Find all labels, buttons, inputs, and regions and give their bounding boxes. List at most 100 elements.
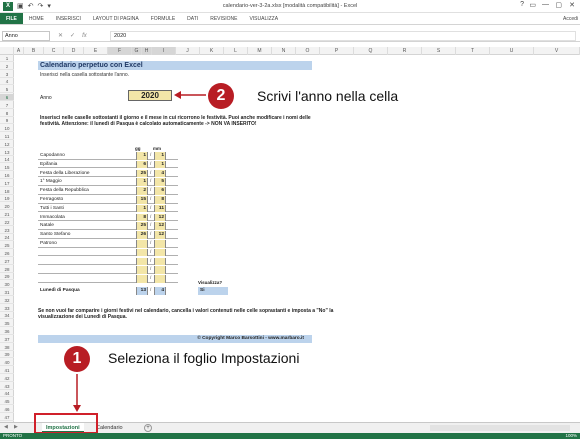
horizontal-scrollbar[interactable] (430, 425, 570, 431)
row-header-1[interactable]: 1 (0, 55, 14, 62)
next-sheet-icon[interactable]: ▶ (14, 424, 18, 430)
holiday-name[interactable]: Natale (40, 222, 54, 230)
cancel-icon[interactable]: ✕ (58, 31, 63, 41)
row-header-46[interactable]: 46 (0, 406, 14, 413)
row-header-42[interactable]: 42 (0, 375, 14, 382)
holiday-gg-cell[interactable]: 25 (136, 169, 148, 178)
holiday-gg-cell[interactable]: 25 (136, 222, 148, 230)
select-all-corner[interactable] (0, 47, 14, 55)
holiday-gg-cell[interactable]: 2 (136, 187, 148, 195)
holiday-name[interactable]: 1° Maggio (40, 178, 62, 186)
row-header-10[interactable]: 10 (0, 125, 14, 133)
name-box[interactable]: Anno (2, 31, 50, 41)
close-icon[interactable]: ✕ (569, 1, 575, 9)
holiday-gg-cell[interactable]: 6 (136, 160, 148, 169)
holiday-gg-cell[interactable] (136, 257, 148, 266)
row-header-8[interactable]: 8 (0, 110, 14, 117)
row-header-19[interactable]: 19 (0, 195, 14, 203)
column-header-e[interactable]: E (84, 47, 108, 55)
holiday-mm-cell[interactable]: 12 (154, 222, 166, 230)
row-header-31[interactable]: 31 (0, 289, 14, 296)
holiday-name[interactable]: Tutti i Santi (40, 205, 64, 213)
holiday-gg-cell[interactable] (136, 240, 148, 248)
row-header-3[interactable]: 3 (0, 71, 14, 78)
row-header-45[interactable]: 45 (0, 398, 14, 406)
holiday-mm-cell[interactable] (154, 257, 166, 266)
holiday-mm-cell[interactable] (154, 275, 166, 283)
column-header-s[interactable]: S (422, 47, 456, 55)
anno-input-cell[interactable]: 2020 (128, 90, 172, 101)
row-header-44[interactable]: 44 (0, 390, 14, 398)
row-header-30[interactable]: 30 (0, 281, 14, 289)
row-header-27[interactable]: 27 (0, 258, 14, 265)
column-header-g[interactable]: G (132, 47, 142, 55)
column-header-m[interactable]: M (248, 47, 272, 55)
maximize-icon[interactable]: ▢ (555, 1, 562, 9)
holiday-mm-cell[interactable] (154, 248, 166, 257)
worksheet-grid[interactable]: Calendario perpetuo con Excel Inserisci … (14, 55, 580, 422)
visualizza-cell[interactable]: Si (198, 287, 228, 295)
insert-function-icon[interactable]: fx (82, 31, 87, 41)
row-header-16[interactable]: 16 (0, 172, 14, 179)
row-header-25[interactable]: 25 (0, 242, 14, 250)
column-header-h[interactable]: H (142, 47, 152, 55)
row-header-17[interactable]: 17 (0, 180, 14, 187)
add-sheet-button[interactable]: + (144, 424, 152, 432)
holiday-name[interactable]: Festa della Liberazione (40, 170, 90, 178)
column-header-n[interactable]: N (272, 47, 296, 55)
row-header-20[interactable]: 20 (0, 203, 14, 211)
column-header-q[interactable]: Q (354, 47, 388, 55)
row-header-13[interactable]: 13 (0, 149, 14, 156)
holiday-gg-cell[interactable]: 8 (136, 213, 148, 222)
column-header-p[interactable]: P (320, 47, 354, 55)
holiday-gg-cell[interactable] (136, 266, 148, 274)
holiday-gg-cell[interactable]: 1 (136, 152, 148, 160)
holiday-mm-cell[interactable]: 12 (154, 231, 166, 239)
prev-sheet-icon[interactable]: ◀ (4, 424, 8, 430)
holiday-gg-cell[interactable] (136, 275, 148, 283)
row-header-14[interactable]: 14 (0, 156, 14, 164)
tab-inserisci[interactable]: INSERISCI (50, 13, 87, 24)
column-header-d[interactable]: D (64, 47, 84, 55)
holiday-gg-cell[interactable] (136, 248, 148, 257)
holiday-mm-cell[interactable]: 11 (154, 204, 166, 213)
holiday-gg-cell[interactable]: 1 (136, 178, 148, 186)
tab-dati[interactable]: DATI (181, 13, 204, 24)
row-header-38[interactable]: 38 (0, 344, 14, 351)
column-header-j[interactable]: J (176, 47, 200, 55)
row-header-40[interactable]: 40 (0, 359, 14, 367)
row-header-5[interactable]: 5 (0, 86, 14, 94)
tab-home[interactable]: HOME (23, 13, 50, 24)
holiday-name[interactable]: Ferragosto (40, 196, 63, 204)
row-header-23[interactable]: 23 (0, 227, 14, 234)
account-link[interactable]: Accedi (563, 13, 578, 25)
column-header-u[interactable]: U (490, 47, 534, 55)
holiday-mm-cell[interactable]: 12 (154, 213, 166, 222)
row-header-35[interactable]: 35 (0, 320, 14, 328)
holiday-name[interactable]: Santo Stefano (40, 231, 70, 239)
column-header-v[interactable]: V (534, 47, 580, 55)
row-header-6[interactable]: 6 (0, 94, 14, 101)
tab-visualizza[interactable]: VISUALIZZA (243, 13, 284, 24)
minimize-icon[interactable]: — (542, 1, 549, 8)
holiday-gg-cell[interactable]: 26 (136, 231, 148, 239)
formula-input[interactable]: 2020 (110, 31, 576, 41)
row-header-39[interactable]: 39 (0, 351, 14, 359)
row-header-36[interactable]: 36 (0, 328, 14, 335)
row-header-24[interactable]: 24 (0, 234, 14, 242)
row-header-43[interactable]: 43 (0, 383, 14, 390)
holiday-gg-cell[interactable]: 15 (136, 196, 148, 204)
row-header-18[interactable]: 18 (0, 188, 14, 195)
row-header-9[interactable]: 9 (0, 117, 14, 125)
column-header-a[interactable]: A (14, 47, 24, 55)
row-header-33[interactable]: 33 (0, 305, 14, 312)
holiday-mm-cell[interactable]: 1 (154, 160, 166, 169)
column-header-k[interactable]: K (200, 47, 224, 55)
row-header-32[interactable]: 32 (0, 297, 14, 304)
holiday-mm-cell[interactable]: 4 (154, 169, 166, 178)
holiday-name[interactable]: Capodanno (40, 152, 65, 160)
column-header-b[interactable]: B (24, 47, 44, 55)
column-header-f[interactable]: F (108, 47, 132, 55)
row-header-21[interactable]: 21 (0, 211, 14, 218)
row-header-29[interactable]: 29 (0, 273, 14, 281)
